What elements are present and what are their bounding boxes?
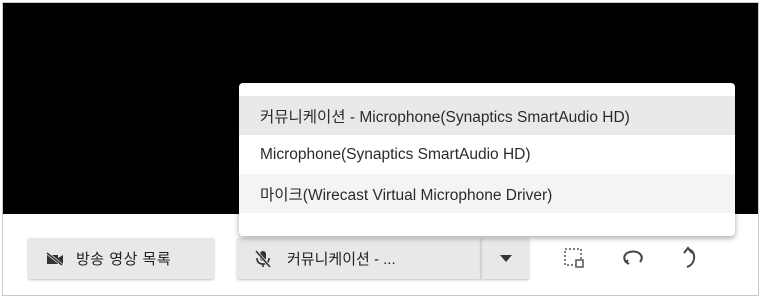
loop-arrow-icon[interactable] bbox=[619, 244, 647, 272]
microphone-option[interactable]: 커뮤니케이션 - Microphone(Synaptics SmartAudio… bbox=[239, 96, 735, 135]
undo-icon[interactable] bbox=[676, 244, 704, 272]
mic-off-icon bbox=[255, 249, 271, 268]
broadcast-button-label: 방송 영상 목록 bbox=[76, 251, 172, 268]
selection-box-icon[interactable] bbox=[560, 244, 588, 272]
broadcast-video-list-button[interactable]: 방송 영상 목록 bbox=[28, 238, 214, 279]
microphone-dropdown-toggle[interactable] bbox=[481, 238, 529, 279]
microphone-option[interactable]: 마이크(Wirecast Virtual Microphone Driver) bbox=[239, 174, 735, 213]
caret-down-icon bbox=[499, 255, 512, 262]
microphone-select[interactable]: 커뮤니케이션 - ... bbox=[237, 238, 481, 279]
microphone-dropdown-menu: 커뮤니케이션 - Microphone(Synaptics SmartAudio… bbox=[239, 83, 735, 236]
video-off-icon bbox=[46, 251, 64, 266]
microphone-option[interactable]: Microphone(Synaptics SmartAudio HD) bbox=[239, 135, 735, 174]
microphone-selected-label: 커뮤니케이션 - ... bbox=[287, 251, 396, 268]
app-frame: 방송 영상 목록 커뮤니케이션 - ... 커뮤니케이션 - Microphon… bbox=[2, 2, 759, 296]
